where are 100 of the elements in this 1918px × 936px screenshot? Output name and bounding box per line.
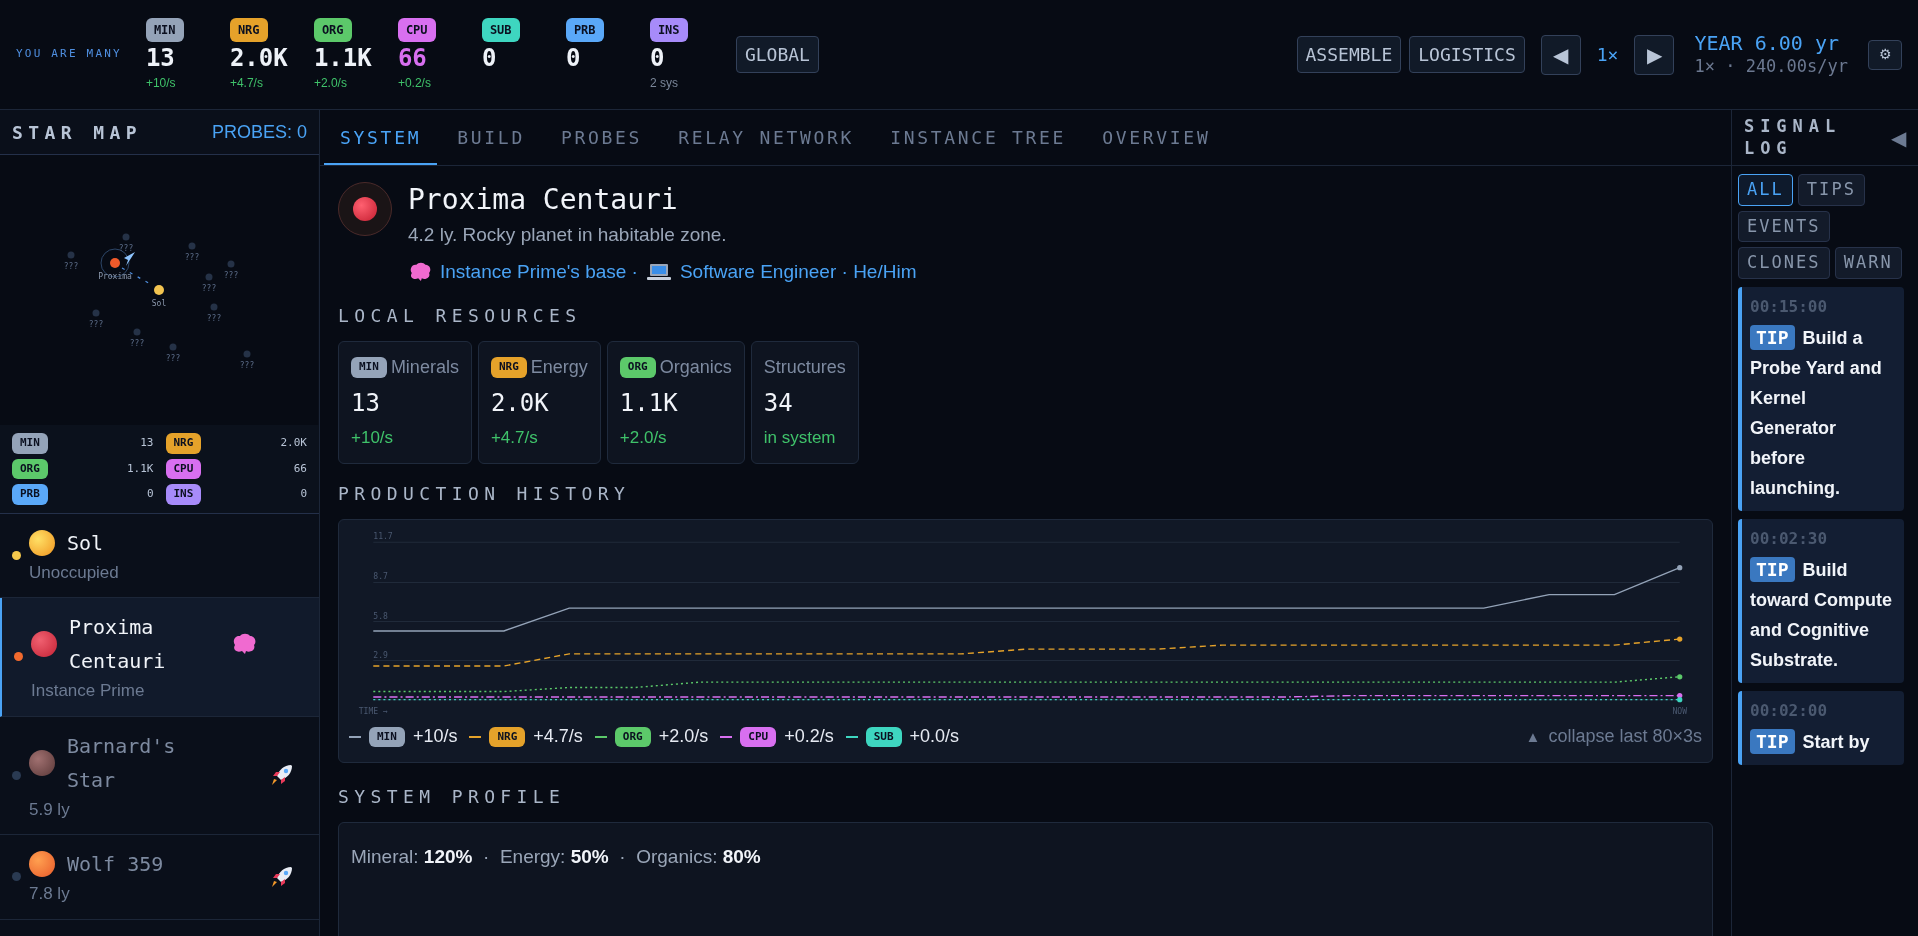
resource-badge: NRG xyxy=(165,433,202,454)
resource-note: 2 sys xyxy=(649,75,679,92)
resource-badge: NRG xyxy=(229,18,268,42)
time-rate: 1× · 240.00s/yr xyxy=(1694,56,1848,78)
tab[interactable]: PROBES xyxy=(544,124,659,165)
system-title: Proxima Centauri xyxy=(408,182,679,217)
card-value: 13 xyxy=(351,388,381,419)
star-label: ??? xyxy=(63,262,79,271)
action-button[interactable]: LOGISTICS xyxy=(1409,36,1525,73)
star-label: ??? xyxy=(201,284,217,293)
legend-line xyxy=(469,735,482,738)
legend-line xyxy=(594,735,607,738)
resource-badge: PRB xyxy=(565,18,604,42)
planet-icon xyxy=(29,851,55,877)
resource-value: 66 xyxy=(397,46,428,70)
filter-chip[interactable]: CLONES xyxy=(1738,247,1830,279)
resource-value: 13 xyxy=(145,46,176,70)
resource-badge: PRB xyxy=(12,484,48,505)
filter-chip[interactable]: ALL xyxy=(1738,174,1793,206)
tab[interactable]: BUILD xyxy=(441,124,541,165)
global-button[interactable]: GLOBAL xyxy=(735,36,819,73)
resource-value: 0 xyxy=(565,46,582,70)
system-subtitle: Instance Prime xyxy=(31,680,146,702)
resource-rate: +4.7/s xyxy=(229,75,264,92)
collapse-button[interactable]: ▲ collapse last 80×3s xyxy=(1525,723,1702,751)
collapse-button[interactable]: ◀ xyxy=(1891,122,1906,153)
card-rate: +10/s xyxy=(351,427,395,449)
star-label: ??? xyxy=(118,244,134,253)
card-label: Minerals xyxy=(390,356,459,379)
series-end-dot xyxy=(1677,673,1683,679)
resource-rate: +10/s xyxy=(145,75,177,92)
slower-button[interactable]: ◀ xyxy=(1540,34,1581,75)
system-item[interactable]: Proxima Centauri Instance Prime xyxy=(0,598,319,717)
resource-value: 1.1K xyxy=(313,46,373,70)
resource-badge: SUB xyxy=(481,18,520,42)
legend-rate: +0.2/s xyxy=(784,725,834,749)
faster-button[interactable]: ▶ xyxy=(1634,34,1675,75)
resource-badge: MIN xyxy=(145,18,184,42)
planet-icon xyxy=(29,529,55,556)
tab[interactable]: OVERVIEW xyxy=(1086,124,1227,165)
star-label: ??? xyxy=(239,361,255,370)
brain-icon xyxy=(408,261,432,282)
log-time: 00:02:00 xyxy=(1750,699,1829,722)
log-message: TIP Build a Probe Yard and Kernel Generator before launching. xyxy=(1750,323,1883,500)
panel-title: SIGNAL LOG xyxy=(1744,116,1843,159)
resource-badge: ORG xyxy=(619,357,656,378)
planet-icon xyxy=(31,631,57,657)
resource-value: 0 xyxy=(300,486,307,502)
star-map[interactable]: Proxima Sol ??? ??? ??? ??? ??? ??? ??? ??? ??? ??? xyxy=(0,155,318,425)
system-subtitle: 7.8 ly xyxy=(29,883,71,905)
card-value: 1.1K xyxy=(619,388,679,419)
axis-label: NOW xyxy=(1672,706,1687,716)
laptop-icon xyxy=(645,261,672,282)
resource-value: 66 xyxy=(293,460,307,477)
star-label: Proxima xyxy=(98,272,132,281)
legend-line xyxy=(349,735,361,738)
resource-badge: NRG xyxy=(489,726,526,748)
star-label: ??? xyxy=(88,320,104,329)
legend-rate: +10/s xyxy=(412,725,458,749)
axis-label: 11.7 xyxy=(373,531,393,541)
legend-rate: +0.0/s xyxy=(909,725,960,749)
action-button[interactable]: ASSEMBLE xyxy=(1296,36,1402,73)
star-label: ??? xyxy=(206,314,222,323)
tagline: YOU ARE MANY xyxy=(16,46,122,63)
tab[interactable]: SYSTEM xyxy=(324,124,438,165)
resource-badge: NRG xyxy=(490,357,527,378)
system-item[interactable]: Barnard's Star 5.9 ly xyxy=(0,716,319,835)
resource-value: 0 xyxy=(481,46,498,70)
system-name: Proxima Centauri xyxy=(69,614,167,675)
resource-badge: ORG xyxy=(614,726,651,748)
star-label: ??? xyxy=(223,271,239,280)
log-time: 00:15:00 xyxy=(1750,295,1829,318)
filter-chip[interactable]: EVENTS xyxy=(1738,210,1830,242)
probe-icon xyxy=(124,252,135,266)
tab[interactable]: INSTANCE TREE xyxy=(874,124,1083,165)
section-title: SYSTEM PROFILE xyxy=(338,785,567,810)
filter-chip[interactable]: TIPS xyxy=(1797,174,1865,206)
resource-badge: SUB xyxy=(865,726,902,748)
speed-value: 1× xyxy=(1596,43,1619,67)
filter-chip[interactable]: WARN xyxy=(1834,247,1902,279)
tab[interactable]: RELAY NETWORK xyxy=(662,124,871,165)
resource-badge: MIN xyxy=(12,433,48,454)
star-label: ??? xyxy=(165,354,181,363)
resource-value: 1.1K xyxy=(127,460,154,477)
card-rate: +4.7/s xyxy=(490,427,539,449)
system-name: Barnard's Star xyxy=(67,732,177,794)
resource-badge: CPU xyxy=(165,458,202,479)
series-end-dot xyxy=(1677,635,1683,642)
resource-rate: +2.0/s xyxy=(313,75,348,92)
legend-rate: +4.7/s xyxy=(533,725,583,749)
system-item[interactable]: Wolf 359 7.8 ly xyxy=(0,835,319,920)
resource-rate: +0.2/s xyxy=(397,75,432,92)
axis-label: 5.8 xyxy=(373,611,388,621)
base-link[interactable]: Instance Prime's base · xyxy=(440,257,638,286)
system-name: Wolf 359 xyxy=(67,851,164,878)
settings-button[interactable]: ⚙ xyxy=(1868,39,1902,70)
panel-title: STAR MAP xyxy=(12,120,142,145)
role-link[interactable]: Software Engineer · He/Him xyxy=(679,257,917,286)
log-time: 00:02:30 xyxy=(1750,527,1829,550)
card-label: Structures xyxy=(763,356,846,379)
